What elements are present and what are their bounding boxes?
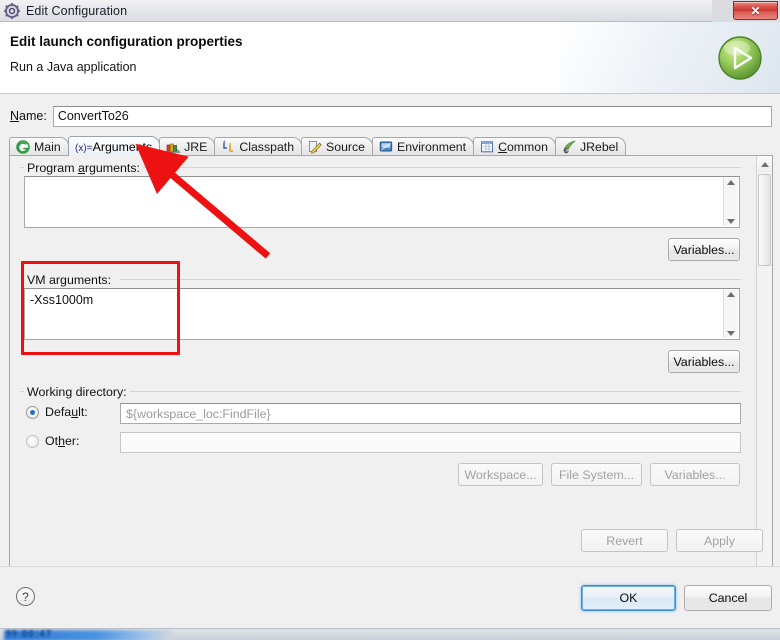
- chevron-up-icon: [727, 180, 735, 185]
- program-arguments-textarea[interactable]: [24, 176, 740, 228]
- program-arguments-label: Program arguments:: [24, 161, 143, 175]
- tab-jrebel-label: JRebel: [579, 140, 619, 154]
- working-dir-variables-label: Variables...: [664, 467, 726, 482]
- file-system-button[interactable]: File System...: [551, 463, 642, 486]
- tab-strip: Main (x)= Arguments JRE Classpath Source…: [9, 136, 773, 156]
- working-dir-other-radio[interactable]: Other:: [26, 434, 79, 448]
- chevron-down-icon: [727, 219, 735, 224]
- scrollbar-thumb[interactable]: [758, 174, 771, 266]
- workspace-button[interactable]: Workspace...: [458, 463, 543, 486]
- scroll-up-button[interactable]: [757, 156, 772, 172]
- apply-button[interactable]: Apply: [676, 529, 763, 552]
- radio-indicator: [26, 405, 39, 419]
- svg-text:JR: JR: [565, 148, 570, 153]
- page-title: Edit launch configuration properties: [10, 34, 243, 49]
- name-row: Name: ConvertTo26: [10, 105, 772, 127]
- workspace-button-label: Workspace...: [464, 467, 537, 482]
- ok-button-label: OK: [619, 591, 638, 605]
- jre-books-icon: [166, 140, 181, 154]
- window-title: Edit Configuration: [26, 3, 128, 18]
- run-play-icon: [716, 34, 764, 82]
- jrebel-icon: JR: [562, 140, 577, 154]
- dialog-header: Edit launch configuration properties Run…: [0, 22, 780, 94]
- vm-arguments-value: -Xss1000m: [30, 293, 94, 307]
- tab-main[interactable]: Main: [9, 137, 69, 156]
- tab-main-label: Main: [34, 140, 61, 154]
- chevron-up-icon: [760, 161, 769, 167]
- revert-button[interactable]: Revert: [581, 529, 668, 552]
- classpath-arrows-icon: [221, 140, 236, 154]
- name-input[interactable]: ConvertTo26: [52, 105, 772, 127]
- page-subtitle: Run a Java application: [10, 60, 137, 74]
- ok-button[interactable]: OK: [581, 585, 676, 611]
- taskbar: ୨୨ 00:47: [0, 628, 780, 640]
- variable-xeq-icon: (x)=: [75, 140, 93, 154]
- help-icon[interactable]: ?: [16, 587, 35, 606]
- working-dir-default-label: Default:: [45, 405, 88, 419]
- vm-arguments-label: VM arguments:: [24, 273, 115, 287]
- program-arguments-variables-button[interactable]: Variables...: [668, 238, 740, 261]
- tab-jre-label: JRE: [184, 140, 208, 154]
- tab-arguments-label: Arguments: [92, 139, 153, 154]
- common-sheet-icon: [480, 140, 495, 154]
- revert-button-label: Revert: [606, 533, 643, 548]
- vm-arguments-variables-label: Variables...: [673, 354, 735, 369]
- close-window-button[interactable]: ✕: [733, 1, 778, 20]
- program-arguments-variables-label: Variables...: [673, 242, 735, 257]
- name-input-value: ConvertTo26: [57, 109, 129, 123]
- vm-arguments-scrollbar[interactable]: [723, 290, 738, 338]
- title-bar: Edit Configuration: [0, 0, 712, 22]
- program-arguments-scrollbar[interactable]: [723, 178, 738, 226]
- cancel-button[interactable]: Cancel: [684, 585, 772, 611]
- tab-classpath[interactable]: Classpath: [214, 137, 303, 156]
- gear-icon: [4, 2, 20, 19]
- tab-jre[interactable]: JRE: [159, 137, 216, 156]
- vm-arguments-variables-button[interactable]: Variables...: [668, 350, 740, 373]
- tab-source[interactable]: Source: [301, 137, 374, 156]
- source-pencil-icon: [308, 140, 323, 154]
- svg-text:(x)=: (x)=: [75, 143, 92, 154]
- apply-button-label: Apply: [704, 533, 735, 548]
- cancel-button-label: Cancel: [708, 591, 748, 605]
- file-system-button-label: File System...: [558, 467, 635, 482]
- dialog-root: Edit Configuration ✕ Edit launch configu…: [0, 0, 780, 640]
- java-main-class-icon: [16, 140, 31, 154]
- working-dir-other-field[interactable]: [120, 432, 741, 453]
- working-dir-other-label: Other:: [45, 434, 80, 448]
- working-dir-default-field: ${workspace_loc:FindFile}: [120, 403, 741, 424]
- tab-arguments[interactable]: (x)= Arguments: [67, 136, 161, 156]
- tab-common-label: Common: [498, 140, 548, 154]
- environment-icon: [379, 140, 394, 154]
- dialog-footer: ? OK Cancel: [0, 566, 780, 628]
- chevron-down-icon: [727, 331, 735, 336]
- radio-indicator: [26, 434, 39, 448]
- chevron-up-icon: [727, 292, 735, 297]
- name-label: Name:: [10, 109, 47, 123]
- vm-arguments-textarea[interactable]: -Xss1000m: [24, 288, 740, 340]
- tab-common[interactable]: Common: [473, 137, 556, 156]
- tab-environment[interactable]: Environment: [372, 137, 475, 156]
- working-dir-default-radio[interactable]: Default:: [26, 405, 88, 419]
- tab-environment-label: Environment: [397, 140, 467, 154]
- working-directory-label: Working directory:: [24, 385, 130, 399]
- tab-classpath-label: Classpath: [239, 140, 295, 154]
- working-dir-default-value: ${workspace_loc:FindFile}: [126, 406, 271, 421]
- dialog-body: Name: ConvertTo26 Main (x)= Arguments JR…: [0, 94, 780, 606]
- tab-source-label: Source: [326, 140, 366, 154]
- tab-jrebel[interactable]: JR JRebel: [554, 137, 627, 156]
- working-dir-variables-button[interactable]: Variables...: [650, 463, 740, 486]
